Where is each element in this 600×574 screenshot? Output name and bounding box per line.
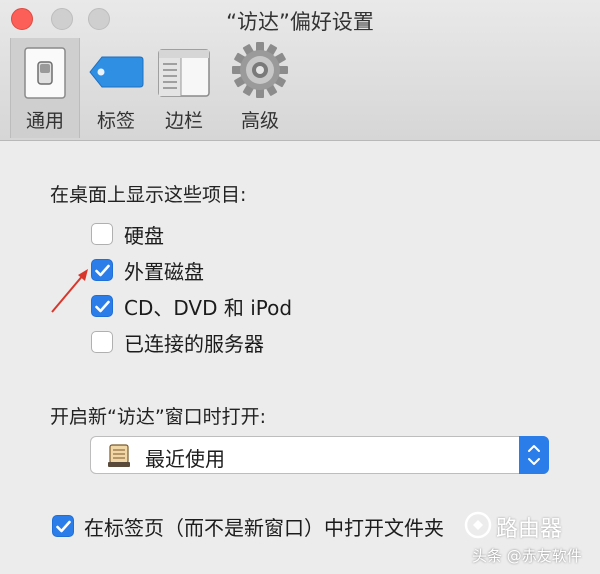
toolbar-label-general: 通用 (25, 110, 64, 132)
title-bar: “访达”偏好设置 通用 标签 边栏 高级 (0, 0, 600, 141)
general-switch-icon (22, 44, 68, 104)
finder-preferences-window: “访达”偏好设置 通用 标签 边栏 高级 在桌面上显示这些项目: 硬盘 外置磁盘… (0, 0, 600, 574)
checkbox-hard-disks[interactable] (91, 223, 113, 245)
new-window-selected-value: 最近使用 (145, 447, 225, 471)
watermark-brand: 路由器 (496, 517, 563, 542)
watermark: 路由器 头条 @赤友软件 (442, 505, 598, 571)
checkbox-open-in-tabs[interactable] (52, 515, 74, 537)
label-external-disks: 外置磁盘 (124, 260, 204, 284)
checkbox-cds-dvds-ipods[interactable] (91, 295, 113, 317)
label-open-in-tabs: 在标签页（而不是新窗口）中打开文件夹 (84, 516, 444, 540)
toolbar-tab-tags[interactable]: 标签 (84, 38, 148, 138)
annotation-arrow-icon (51, 269, 88, 313)
toolbar-tab-advanced[interactable]: 高级 (226, 38, 294, 138)
desktop-items-heading: 在桌面上显示这些项目: (50, 184, 247, 206)
tag-icon (88, 54, 144, 94)
sidebar-icon (157, 48, 211, 102)
gear-icon (230, 40, 290, 104)
toolbar-label-advanced: 高级 (240, 110, 279, 132)
label-cds-dvds-ipods: CD、DVD 和 iPod (124, 296, 293, 320)
new-window-heading: 开启新“访达”窗口时打开: (50, 406, 267, 428)
label-connected-servers: 已连接的服务器 (124, 332, 264, 356)
toolbar-tab-general[interactable]: 通用 (10, 38, 80, 138)
chevron-updown-icon (528, 445, 540, 465)
label-hard-disks: 硬盘 (124, 224, 164, 248)
checkbox-external-disks[interactable] (91, 259, 113, 281)
toolbar-tab-sidebar[interactable]: 边栏 (152, 38, 216, 138)
watermark-source: 头条 @赤友软件 (472, 547, 582, 565)
toolbar-label-tags: 标签 (96, 110, 135, 132)
checkbox-connected-servers[interactable] (91, 331, 113, 353)
new-window-location-select[interactable]: 最近使用 (90, 436, 549, 474)
recents-icon (107, 443, 131, 473)
toolbar-label-sidebar: 边栏 (164, 110, 203, 132)
router-logo-icon (464, 511, 492, 539)
window-title: “访达”偏好设置 (226, 10, 374, 34)
select-stepper[interactable] (519, 436, 549, 474)
